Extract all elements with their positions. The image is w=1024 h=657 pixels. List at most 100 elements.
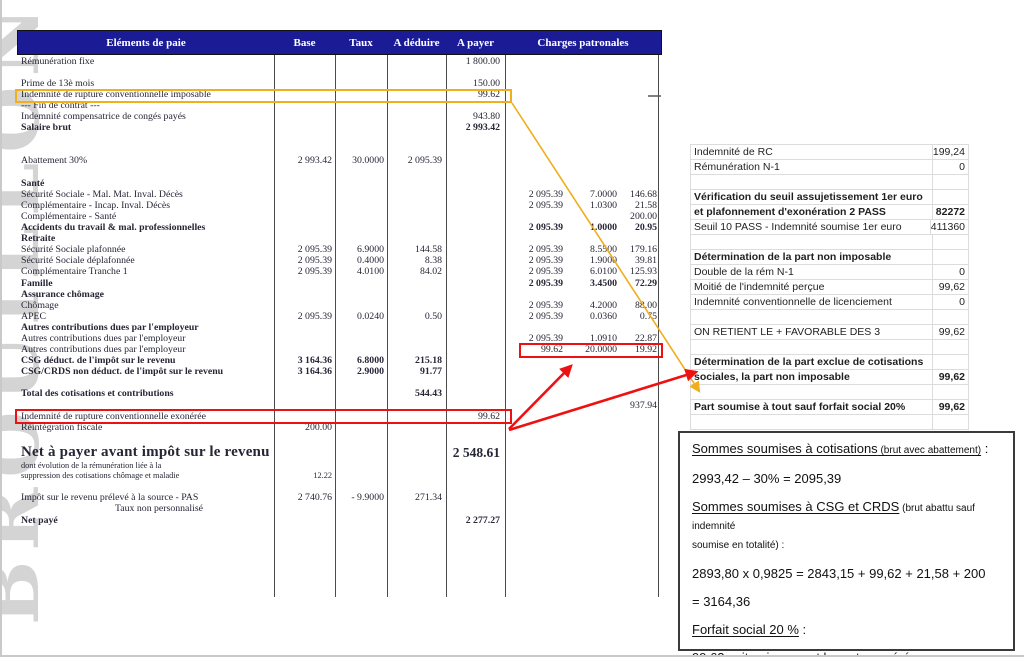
table-row: dont évolution de la rémunération liée à…: [17, 461, 662, 471]
cell-ct: 7.0000: [590, 188, 617, 200]
cell-label: Autres contributions dues par l'employeu…: [21, 344, 186, 356]
explanation-note-box: Sommes soumises à cotisations (brut avec…: [678, 431, 1015, 655]
cell-cb: 2 095.39: [528, 310, 563, 322]
table-row: Abattement 30% 2 993.42 30.0000 2 095.39: [17, 156, 662, 167]
table-row: Net à payer avant impôt sur le revenu 2 5…: [17, 444, 662, 461]
cell-label: CSG déduct. de l'impôt sur le revenu: [21, 355, 176, 367]
table-row: Taux non personnalisé: [17, 504, 662, 515]
spreadsheet-value: 82272: [935, 206, 965, 218]
spreadsheet-label: [691, 175, 933, 189]
cell-ct: 1.0000: [590, 222, 617, 234]
cell-base: 2 095.39: [297, 310, 332, 322]
cell-cm: 937.94: [630, 399, 657, 411]
spreadsheet-label: Détermination de la part exclue de cotis…: [691, 355, 933, 369]
cell-taux: 0.4000: [357, 255, 384, 267]
cell-label: Sécurité Sociale plafonnée: [21, 244, 126, 256]
cell-label: Santé: [21, 177, 45, 189]
header-col-0: Eléments de paie: [106, 36, 186, 49]
cell-label: Taux non personnalisé: [115, 503, 204, 515]
spreadsheet-row: Part soumise à tout sauf forfait social …: [691, 400, 968, 415]
spreadsheet-row: [691, 175, 968, 190]
cell-cb: 2 095.39: [528, 222, 563, 234]
cell-label: Autres contributions dues par l'employeu…: [21, 321, 199, 333]
spreadsheet-label: et plafonnement d'exonération 2 PASS: [691, 205, 933, 219]
spreadsheet-value: 0: [959, 161, 965, 173]
spreadsheet-value: 99,62: [938, 326, 965, 338]
table-row: [17, 134, 662, 145]
cell-base: 200.00: [305, 421, 332, 433]
cell-cb: 2 095.39: [528, 277, 563, 289]
spreadsheet-row: [691, 310, 968, 325]
spreadsheet-value: 199,24: [932, 146, 965, 158]
cell-cm: 39.81: [634, 255, 657, 267]
cell-cm: 88.00: [634, 299, 657, 311]
cell-label: Complémentaire - Santé: [21, 210, 117, 222]
cell-label: Abattement 30%: [21, 155, 88, 167]
spreadsheet-label: [691, 310, 933, 324]
cell-taux: 4.0100: [357, 266, 384, 278]
note-line: 2893,80 x 0,9825 = 2843,15 + 99,62 + 21,…: [692, 566, 986, 581]
cell-cm: 20.95: [634, 222, 657, 234]
table-row: Sécurité Sociale - Mal. Mat. Inval. Décè…: [17, 189, 662, 200]
cell-label: Complémentaire - Incap. Inval. Décès: [21, 199, 171, 211]
cell-label: Retraite: [21, 233, 56, 245]
table-row: [17, 482, 662, 493]
cell-label: Sécurité Sociale déplafonnée: [21, 255, 135, 267]
cell-cb: 2 095.39: [528, 188, 563, 200]
table-row: Salaire brut 2 993.42: [17, 123, 662, 134]
table-row: APEC 2 095.39 0.0240 0.50 2 095.39 0.0360 0.75: [17, 311, 662, 322]
cell-cb: 2 095.39: [528, 199, 563, 211]
cell-ct: 1.0300: [590, 199, 617, 211]
cell-ct: 4.2000: [590, 299, 617, 311]
cell-label: Prime de 13è mois: [21, 77, 95, 89]
table-row: [17, 67, 662, 78]
spreadsheet-label: [691, 385, 933, 399]
cell-label: Net à payer avant impôt sur le revenu: [21, 444, 270, 461]
cell-cm: 21.58: [634, 199, 657, 211]
cell-label: Chômage: [21, 299, 59, 311]
cell-label: APEC: [21, 310, 47, 322]
spreadsheet-label: Rémunération N-1: [691, 160, 933, 174]
cell-pay: 150.00: [473, 77, 500, 89]
spreadsheet-row: Moitié de l'indemnité perçue 99,62: [691, 280, 968, 295]
table-row: Rémunération fixe 1 800.00: [17, 56, 662, 67]
spreadsheet-row: [691, 385, 968, 400]
cell-label: Impôt sur le revenu prélevé à la source …: [21, 492, 199, 504]
table-row: Prime de 13è mois 150.00: [17, 78, 662, 89]
cell-label: Rémunération fixe: [21, 55, 95, 67]
table-row: Accidents du travail & mal. professionne…: [17, 222, 662, 233]
spreadsheet-row: [691, 235, 968, 250]
cell-ded: 91.77: [419, 366, 442, 378]
table-row: suppression des cotisations chômage et m…: [17, 471, 662, 481]
red-highlight-box-exoneree-row: [15, 409, 512, 424]
cell-cb: 2 095.39: [528, 244, 563, 256]
spreadsheet-value: 0: [959, 296, 965, 308]
table-row: Sécurité Sociale plafonnée 2 095.39 6.9000…: [17, 245, 662, 256]
cell-label: Indemnité compensatrice de congés payés: [21, 111, 186, 123]
spreadsheet-value: 99,62: [938, 281, 965, 293]
cell-base: 2 740.76: [297, 492, 332, 504]
cell-cb: 2 095.39: [528, 266, 563, 278]
cell-ded: 8.38: [424, 255, 442, 267]
table-row: [17, 167, 662, 178]
note-line: Sommes soumises à cotisations (brut avec…: [692, 441, 989, 456]
cell-label: suppression des cotisations chômage et m…: [21, 471, 180, 481]
calculation-spreadsheet: Indemnité de RC 199,24 Rémunération N-1 0 Vé…: [690, 144, 969, 430]
cell-base: 12.22: [313, 471, 332, 481]
table-row: Complémentaire Tranche 1 2 095.39 4.0100 84…: [17, 267, 662, 278]
cell-label: Autres contributions dues par l'employeu…: [21, 332, 186, 344]
cell-label: Réintégration fiscale: [21, 421, 103, 433]
note-line: = 3164,36: [692, 594, 751, 609]
spreadsheet-row: Seuil 10 PASS - Indemnité soumise 1er eu…: [691, 220, 968, 235]
cell-base: 2 993.42: [297, 155, 332, 167]
cell-pay: 2 548.61: [452, 445, 500, 461]
cell-ct: 1.9000: [590, 255, 617, 267]
spreadsheet-row: ON RETIENT LE + FAVORABLE DES 3 99,62: [691, 325, 968, 340]
cell-base: 2 095.39: [297, 244, 332, 256]
spreadsheet-label: [691, 415, 933, 429]
cell-label: Complémentaire Tranche 1: [21, 266, 128, 278]
cell-base: 3 164.36: [297, 355, 332, 367]
table-row: Chômage 2 095.39 4.2000 88.00: [17, 300, 662, 311]
cell-cm: 125.93: [630, 266, 657, 278]
spreadsheet-value: 99,62: [938, 371, 965, 383]
